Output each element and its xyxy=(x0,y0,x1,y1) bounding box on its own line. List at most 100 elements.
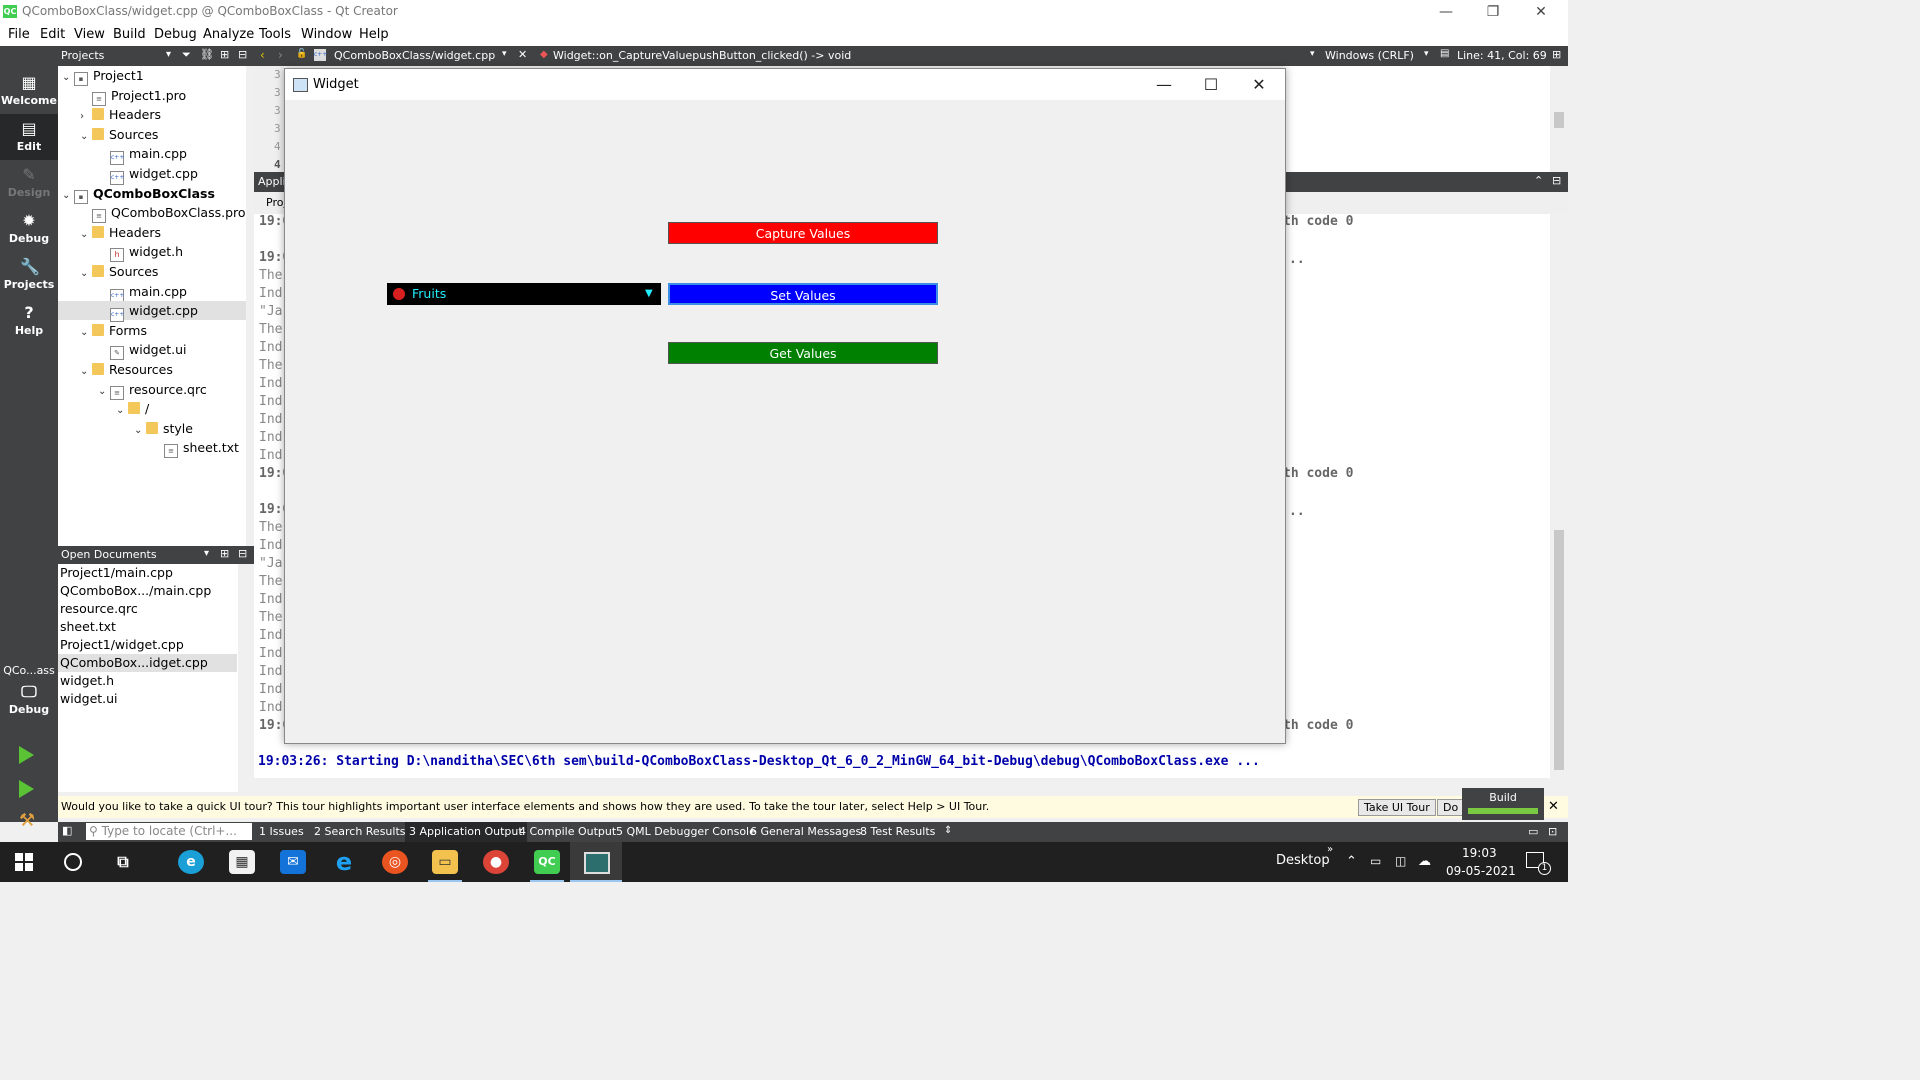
chrome-icon[interactable]: ● xyxy=(483,850,509,874)
chevron-down-icon[interactable]: ▾ xyxy=(502,49,507,59)
chevron-right-icon[interactable]: » xyxy=(1327,844,1333,855)
chevron-up-icon[interactable]: ⌃ xyxy=(1346,854,1357,869)
tree-item[interactable]: ≡ QComboBoxClass.pro xyxy=(80,203,246,224)
store-icon[interactable]: ▦ xyxy=(229,850,255,874)
cursor-position[interactable]: Line: 41, Col: 69 xyxy=(1457,49,1547,62)
locator-input[interactable]: ⚲ Type to locate (Ctrl+... xyxy=(86,823,252,840)
open-document-item[interactable]: Project1/widget.cpp xyxy=(60,636,237,654)
tree-item[interactable]: h widget.h xyxy=(98,242,183,263)
tree-item[interactable]: c++ widget.cpp xyxy=(98,164,198,185)
close-pane-icon[interactable]: ⊟ xyxy=(1552,174,1561,187)
set-values-button[interactable]: Set Values xyxy=(668,283,938,305)
maximize-icon[interactable]: ☐ xyxy=(1188,69,1234,100)
qtcreator-icon[interactable]: QC xyxy=(534,850,560,874)
tree-item[interactable]: ⌄ Sources xyxy=(80,125,158,144)
tab-application-output[interactable]: 3 Application Output xyxy=(405,822,527,842)
camera-icon[interactable]: ◫ xyxy=(1395,854,1406,868)
chevron-down-icon[interactable]: ⌄ xyxy=(80,127,92,146)
mode-design[interactable]: ✎ Design xyxy=(0,160,58,206)
link-icon[interactable]: ⛓ xyxy=(200,48,214,61)
chevron-right-icon[interactable]: › xyxy=(80,107,92,126)
tree-item[interactable]: ⌄ ▪ QComboBoxClass xyxy=(62,184,215,205)
chevron-down-icon[interactable]: ⌄ xyxy=(62,186,74,205)
tab-search-results[interactable]: 2 Search Results xyxy=(314,825,406,838)
chevron-down-icon[interactable]: ⌄ xyxy=(80,362,92,381)
close-icon[interactable]: ✕ xyxy=(1548,799,1559,814)
toggle-sidebar-icon[interactable]: ◧ xyxy=(62,824,72,837)
open-documents-title[interactable]: Open Documents xyxy=(61,548,157,561)
battery-icon[interactable]: ▭ xyxy=(1370,854,1381,868)
chevron-down-icon[interactable]: ▾ xyxy=(166,49,171,60)
tree-item[interactable]: ≡ Project1.pro xyxy=(80,86,186,106)
tree-item[interactable]: ⌄ Headers xyxy=(80,223,161,242)
mode-help[interactable]: ? Help xyxy=(0,298,58,344)
chevron-down-icon[interactable]: ⌄ xyxy=(80,264,92,283)
output-tab-label[interactable]: Appli xyxy=(258,175,286,188)
chevron-down-icon[interactable]: ⌄ xyxy=(98,382,110,401)
chevron-down-icon[interactable]: ⌄ xyxy=(80,225,92,244)
open-document-item[interactable]: widget.ui xyxy=(60,690,237,708)
minimize-icon[interactable]: — xyxy=(1423,2,1469,22)
do-not-show-again-button[interactable]: Do N xyxy=(1437,799,1463,816)
clock-time[interactable]: 19:03 xyxy=(1462,846,1497,860)
chevron-down-icon[interactable]: ⌄ xyxy=(134,421,146,440)
tab-general-messages[interactable]: 6 General Messages xyxy=(750,825,861,838)
windows-icon[interactable] xyxy=(15,853,33,871)
clock-date[interactable]: 09-05-2021 xyxy=(1446,864,1516,878)
progress-details-icon[interactable]: ▭ xyxy=(1528,825,1538,838)
ie-icon[interactable]: e xyxy=(331,850,357,874)
get-values-button[interactable]: Get Values xyxy=(668,342,938,364)
chevron-down-icon[interactable]: ⌄ xyxy=(62,68,74,87)
close-icon[interactable]: ✕ xyxy=(1518,2,1564,22)
cloud-icon[interactable]: ☁ xyxy=(1418,854,1431,869)
mode-edit[interactable]: ▤ Edit xyxy=(0,114,58,160)
kit-selector[interactable]: QCo...ass 🖵 Debug xyxy=(0,660,58,724)
menu-debug[interactable]: Debug xyxy=(154,27,197,42)
tree-item[interactable]: ⌄ ▪ Project1 xyxy=(62,66,144,87)
search-circle-icon[interactable] xyxy=(64,853,82,871)
close-pane-icon[interactable]: ⊟ xyxy=(238,48,247,61)
tab-test-results[interactable]: 8 Test Results xyxy=(860,825,935,838)
menu-file[interactable]: File xyxy=(8,27,30,42)
debug-run-icon[interactable] xyxy=(19,780,34,798)
split-icon[interactable]: ⊞ xyxy=(220,547,229,560)
menu-view[interactable]: View xyxy=(74,27,105,42)
run-icon[interactable] xyxy=(19,746,34,764)
fruits-combobox[interactable]: Fruits ▼ xyxy=(387,283,661,305)
tree-item[interactable]: ⌄ / xyxy=(116,399,149,418)
chevron-down-icon[interactable]: ▾ xyxy=(204,548,209,559)
tree-item[interactable]: c++ main.cpp xyxy=(98,282,187,303)
tree-item[interactable]: ⌄ ≡ resource.qrc xyxy=(98,380,207,401)
scroll-thumb[interactable] xyxy=(1554,112,1564,128)
menu-help[interactable]: Help xyxy=(359,27,389,42)
split-icon[interactable]: ⊞ xyxy=(220,48,229,61)
task-view-icon[interactable]: ⧉ xyxy=(110,850,136,874)
mode-debug[interactable]: ✹ Debug xyxy=(0,206,58,252)
tree-item[interactable]: ⌄ Sources xyxy=(80,262,158,281)
minimize-icon[interactable]: — xyxy=(1141,69,1187,100)
tab-qml-debugger-console[interactable]: 5 QML Debugger Console xyxy=(616,825,756,838)
tab-issues[interactable]: 1 Issues xyxy=(259,825,304,838)
tab-compile-output[interactable]: 4 Compile Output xyxy=(519,825,616,838)
line-ending-combo[interactable]: Windows (CRLF) xyxy=(1325,49,1414,62)
close-pane-icon[interactable]: ⊟ xyxy=(238,547,247,560)
capture-values-button[interactable]: Capture Values xyxy=(668,222,938,244)
close-document-icon[interactable]: ✕ xyxy=(518,48,527,61)
chevron-down-icon[interactable]: ⌄ xyxy=(80,323,92,342)
tree-item[interactable]: ⌄ Forms xyxy=(80,321,147,340)
scroll-thumb[interactable] xyxy=(1554,530,1564,770)
menu-edit[interactable]: Edit xyxy=(40,27,65,42)
symbol-combo[interactable]: Widget::on_CaptureValuepushButton_clicke… xyxy=(553,49,851,62)
editor-scrollbar[interactable] xyxy=(1550,66,1568,172)
tree-item[interactable]: c++ main.cpp xyxy=(98,144,187,166)
output-scrollbar[interactable] xyxy=(1550,214,1568,792)
tree-item[interactable]: › Headers xyxy=(80,105,161,124)
menu-build[interactable]: Build xyxy=(113,27,146,42)
open-document-item[interactable]: widget.h xyxy=(60,672,237,690)
explorer-icon[interactable]: ▭ xyxy=(432,850,458,874)
tree-item[interactable]: ✎ widget.ui xyxy=(98,340,187,361)
menu-window[interactable]: Window xyxy=(301,27,352,42)
menu-analyze[interactable]: Analyze xyxy=(203,27,254,42)
back-arrow-icon[interactable]: ‹ xyxy=(260,48,265,62)
menu-tools[interactable]: Tools xyxy=(259,27,291,42)
